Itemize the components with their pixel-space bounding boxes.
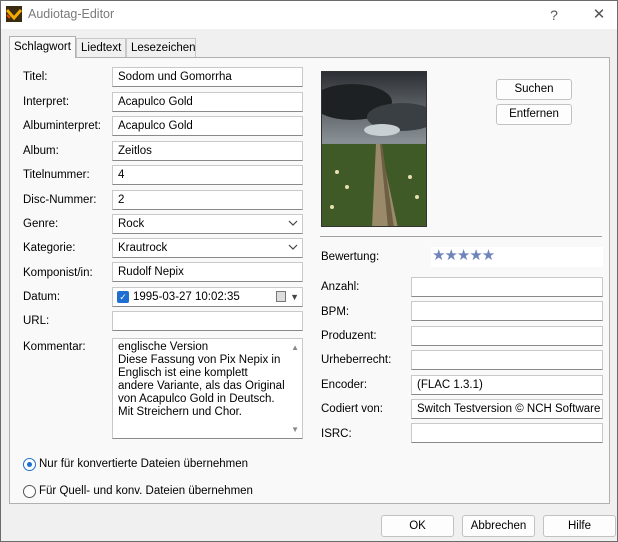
genre-label: Genre: (23, 218, 59, 230)
kategorie-value: Krautrock (118, 242, 168, 254)
bpm-input[interactable] (411, 301, 603, 321)
radio-button-unchecked[interactable] (23, 485, 36, 498)
kommentar-text: englische Version Diese Fassung von Pix … (118, 341, 285, 418)
codiert-von-label: Codiert von: (321, 403, 384, 415)
albuminterpret-label: Albuminterpret: (23, 120, 101, 132)
ok-button[interactable]: OK (381, 515, 454, 537)
tab-lesezeichen[interactable]: Lesezeichen (126, 38, 196, 57)
tab-schlagwort[interactable]: Schlagwort (9, 36, 76, 58)
titelnummer-label: Titelnummer: (23, 169, 90, 181)
produzent-input[interactable] (411, 326, 603, 346)
kategorie-label: Kategorie: (23, 242, 76, 254)
datum-picker[interactable]: ✓ 1995-03-27 10:02:35 ▼ (112, 287, 303, 307)
radio-source-and-converted-label: Für Quell- und konv. Dateien übernehmen (39, 485, 253, 497)
codiert-von-input[interactable]: Switch Testversion © NCH Software (411, 399, 603, 419)
scroll-up-icon[interactable]: ▲ (291, 343, 299, 352)
help-icon[interactable]: ? (543, 5, 565, 25)
albuminterpret-input[interactable]: Acapulco Gold (112, 116, 303, 136)
encoder-label: Encoder: (321, 379, 368, 391)
chevron-down-icon (288, 220, 298, 226)
suchen-button[interactable]: Suchen (496, 79, 572, 100)
datum-label: Datum: (23, 291, 61, 303)
kommentar-textarea[interactable]: englische Version Diese Fassung von Pix … (112, 338, 303, 439)
produzent-label: Produzent: (321, 330, 377, 342)
radio-converted-only-label: Nur für konvertierte Dateien übernehmen (39, 458, 249, 470)
separator (320, 236, 602, 237)
album-label: Album: (23, 145, 59, 157)
bpm-label: BPM: (321, 306, 350, 318)
album-input[interactable]: Zeitlos (112, 141, 303, 161)
tab-liedtext[interactable]: Liedtext (76, 38, 126, 57)
calendar-icon[interactable] (276, 291, 286, 302)
hilfe-button[interactable]: Hilfe (543, 515, 616, 537)
abbrechen-button[interactable]: Abbrechen (462, 515, 535, 537)
datum-value: 1995-03-27 10:02:35 (133, 291, 240, 303)
cover-art-picture (322, 72, 426, 226)
titel-input[interactable]: Sodom und Gomorrha (112, 67, 303, 87)
radio-button-checked[interactable] (23, 458, 36, 471)
urheberrecht-input[interactable] (411, 350, 603, 370)
rating-stars[interactable]: ★★★★★ (431, 247, 603, 267)
interpret-label: Interpret: (23, 96, 70, 108)
url-label: URL: (23, 315, 50, 327)
komponist-input[interactable]: Rudolf Nepix (112, 262, 303, 282)
disc-nummer-input[interactable]: 2 (112, 190, 303, 210)
title-bar: Audiotag-Editor ? ✕ (1, 1, 617, 29)
cover-art-image (321, 71, 427, 227)
titelnummer-input[interactable]: 4 (112, 165, 303, 185)
komponist-label: Komponist/in: (23, 267, 93, 279)
encoder-input[interactable]: (FLAC 1.3.1) (411, 375, 603, 395)
app-icon (6, 6, 22, 22)
dropdown-arrow-icon[interactable]: ▼ (290, 290, 299, 304)
chevron-down-icon (288, 244, 298, 250)
titel-label: Titel: (23, 71, 48, 83)
close-icon[interactable]: ✕ (588, 5, 610, 25)
isrc-label: ISRC: (321, 428, 352, 440)
anzahl-input[interactable] (411, 277, 603, 297)
anzahl-label: Anzahl: (321, 281, 360, 293)
kommentar-label: Kommentar: (23, 341, 86, 353)
interpret-input[interactable]: Acapulco Gold (112, 92, 303, 112)
url-input[interactable] (112, 311, 303, 331)
datum-checkbox[interactable]: ✓ (117, 291, 129, 303)
kategorie-select[interactable]: Krautrock (112, 238, 303, 258)
genre-select[interactable]: Rock (112, 214, 303, 234)
disc-nummer-label: Disc-Nummer: (23, 194, 97, 206)
urheberrecht-label: Urheberrecht: (321, 354, 392, 366)
isrc-input[interactable] (411, 423, 603, 443)
scroll-down-icon[interactable]: ▼ (291, 425, 299, 434)
genre-value: Rock (118, 218, 145, 230)
audiotag-editor-window: Audiotag-Editor ? ✕ Schlagwort Liedtext … (0, 0, 618, 542)
bewertung-label: Bewertung: (321, 251, 380, 263)
window-title: Audiotag-Editor (28, 7, 115, 21)
entfernen-button[interactable]: Entfernen (496, 104, 572, 125)
